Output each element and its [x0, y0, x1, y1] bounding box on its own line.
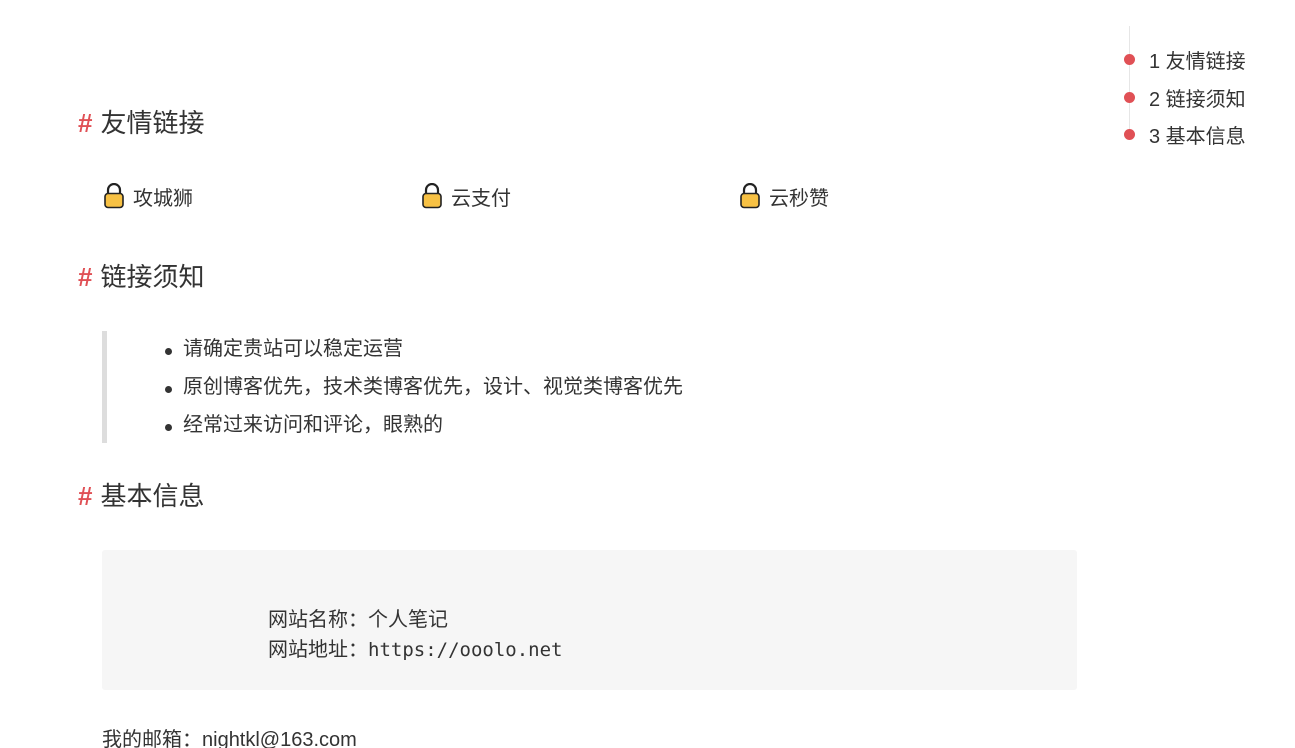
list-item: 经常过来访问和评论，眼熟的: [165, 413, 443, 437]
heading-anchor-hash[interactable]: #: [78, 262, 92, 292]
heading-text: 链接须知: [100, 262, 205, 292]
heading-anchor-hash[interactable]: #: [78, 108, 92, 138]
table-of-contents: 1 友情链接 2 链接须知 3 基本信息: [1124, 26, 1280, 148]
friend-link-yunmiaozan[interactable]: 云秒赞: [739, 183, 829, 210]
friend-link-label: 攻城狮: [133, 187, 193, 210]
toc-item-label: 1 友情链接: [1149, 50, 1246, 73]
friend-link-label: 云秒赞: [769, 187, 829, 210]
toc-item-label: 3 基本信息: [1149, 125, 1246, 148]
heading-friend-links: # 友情链接: [78, 108, 204, 138]
friend-link-yunzhifu[interactable]: 云支付: [421, 183, 511, 210]
site-name-label: 网站名称：: [268, 609, 368, 631]
contact-email: 我的邮箱：nightkl@163.com: [102, 729, 357, 748]
site-url-value: https://ooolo.net: [368, 639, 563, 661]
toc-item-info[interactable]: 3 基本信息: [1124, 122, 1246, 148]
heading-link-notice: # 链接须知: [78, 262, 204, 292]
notice-blockquote: 请确定贵站可以稳定运营 原创博客优先，技术类博客优先，设计、视觉类博客优先 经常…: [102, 331, 807, 443]
heading-anchor-hash[interactable]: #: [78, 481, 92, 511]
list-item: 请确定贵站可以稳定运营: [165, 337, 403, 361]
toc-item-label: 2 链接须知: [1149, 88, 1246, 111]
heading-text: 友情链接: [100, 108, 205, 138]
bullet-dot-icon: [1124, 92, 1135, 103]
heading-basic-info: # 基本信息: [78, 481, 204, 511]
site-name-value: 个人笔记: [368, 609, 448, 631]
heading-text: 基本信息: [100, 481, 205, 511]
lock-icon: [422, 183, 442, 209]
site-name-line: 网站名称：个人笔记: [268, 607, 448, 633]
site-url-label: 网站地址：: [268, 639, 368, 661]
friend-link-gongchengshi[interactable]: 攻城狮: [103, 183, 193, 210]
info-code-block: 网站名称：个人笔记 网站地址：https://ooolo.net: [102, 550, 1077, 690]
lock-icon: [740, 183, 760, 209]
page: 1 友情链接 2 链接须知 3 基本信息 # 友情链接 攻城狮 云支付 云秒赞 …: [0, 0, 1295, 748]
lock-icon: [104, 183, 124, 209]
list-item: 原创博客优先，技术类博客优先，设计、视觉类博客优先: [165, 375, 683, 399]
bullet-dot-icon: [1124, 129, 1135, 140]
friend-link-label: 云支付: [451, 187, 511, 210]
toc-item-notice[interactable]: 2 链接须知: [1124, 85, 1246, 111]
toc-item-friends[interactable]: 1 友情链接: [1124, 47, 1246, 73]
bullet-dot-icon: [1124, 54, 1135, 65]
site-url-line: 网站地址：https://ooolo.net: [268, 637, 562, 663]
